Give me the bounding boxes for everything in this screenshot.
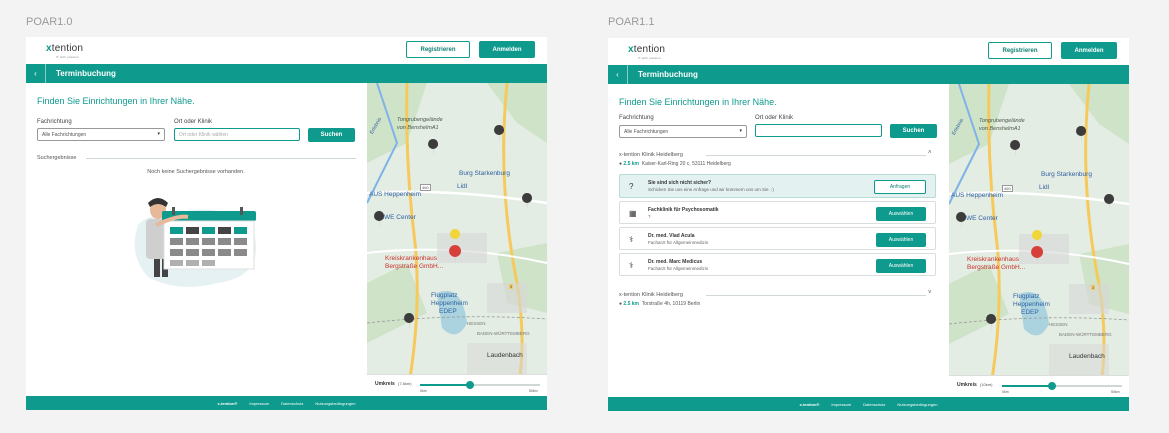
caret-down-icon: ▾ [157, 131, 160, 137]
place-input[interactable] [755, 124, 882, 137]
footer-link-datenschutz[interactable]: Datenschutz [863, 402, 885, 407]
item-title: Fachklinik für Psychosomatik [648, 207, 719, 213]
radius-slider-fill [1002, 385, 1052, 387]
specialty-select[interactable]: Alle Fachrichtungen ▾ [37, 128, 165, 141]
footer-link-impressum[interactable]: Impressum [831, 402, 851, 407]
radius-panel: Umkreis (7.6km) 0km 50km [367, 374, 547, 396]
register-button[interactable]: Registrieren [988, 42, 1052, 59]
item-subtitle: Facharzt für Allgemeinmedizin [648, 266, 709, 271]
footer: x-tention® Impressum Datenschutz Nutzung… [608, 397, 1129, 411]
stethoscope-icon: ⚕ [629, 261, 634, 270]
specialty-label: Fachrichtung [619, 115, 654, 121]
search-button[interactable]: Suchen [308, 128, 355, 142]
building-icon: ▦ [629, 209, 637, 218]
divider [706, 295, 926, 296]
select-button[interactable]: Auswählen [876, 259, 926, 273]
register-button[interactable]: Registrieren [406, 41, 470, 58]
title-bar: ‹ Terminbuchung [608, 65, 1129, 84]
back-icon[interactable]: ‹ [608, 65, 628, 84]
radius-slider[interactable] [420, 381, 540, 389]
place-label: Ort oder Klinik [755, 115, 794, 121]
map[interactable]: Tongrubengelände von BenshelmA1 Burg Sta… [949, 84, 1129, 397]
place-label: Ort oder Klinik [174, 119, 213, 125]
request-button[interactable]: Anfragen [874, 180, 926, 194]
radius-value: (7.6km) [398, 381, 412, 386]
clinic-address: ● 2.5 km Kaiser-Karl-Ring 20 c, 53111 He… [619, 161, 731, 167]
search-heading: Finden Sie Einrichtungen in Ihrer Nähe. [619, 97, 777, 107]
search-button[interactable]: Suchen [890, 124, 937, 138]
item-subtitle: ? [648, 214, 651, 219]
back-icon[interactable]: ‹ [26, 64, 46, 83]
results-label: Suchergebnisse [37, 155, 77, 161]
frame-poar11: xtention IT with passion Registrieren Anm… [608, 38, 1129, 411]
radius-max: 50km [529, 389, 538, 393]
item-title: Sie sind sich nicht sicher? [648, 180, 712, 186]
radius-slider[interactable] [1002, 382, 1122, 390]
radius-slider-fill [420, 384, 470, 386]
title-bar: ‹ Terminbuchung [26, 64, 547, 83]
list-item: ⚕ Dr. med. Marc Medicus Facharzt für All… [619, 253, 936, 276]
map[interactable]: Tongrubengelände von BenshelmA1 Burg Sta… [367, 83, 547, 396]
frame-label: POAR1.1 [608, 16, 655, 28]
place-input[interactable]: Ort oder Klinik wählen [174, 128, 300, 141]
item-subtitle: Facharzt für Allgemeinmedizin [648, 240, 709, 245]
location-pin-icon: ● [619, 301, 623, 307]
radius-min: 0km [1002, 390, 1009, 394]
question-icon: ? [629, 182, 634, 191]
logo[interactable]: xtention IT with passion [628, 44, 665, 60]
item-title: Dr. med. Marc Medicus [648, 259, 703, 265]
footer-link-impressum[interactable]: Impressum [249, 401, 269, 406]
radius-min: 0km [420, 389, 427, 393]
frame-poar10: xtention IT with passion Registrieren Anm… [26, 37, 547, 410]
radius-slider-handle[interactable] [466, 381, 474, 389]
select-button[interactable]: Auswählen [876, 233, 926, 247]
header: xtention IT with passion Registrieren Anm… [608, 38, 1129, 64]
calendar-illustration [134, 198, 257, 287]
footer: x-tention® Impressum Datenschutz Nutzung… [26, 396, 547, 410]
specialty-label: Fachrichtung [37, 119, 72, 125]
page-title: Terminbuchung [638, 70, 698, 79]
radius-value: (10km) [980, 382, 993, 387]
clinic-name[interactable]: x-tention Klinik Heidelberg [619, 152, 683, 158]
login-button[interactable]: Anmelden [479, 41, 535, 58]
footer-link-nutzung[interactable]: Nutzungsbedingungen [315, 401, 355, 406]
chevron-up-icon[interactable]: ˄ [928, 150, 932, 156]
stethoscope-icon: ⚕ [629, 235, 634, 244]
radius-slider-handle[interactable] [1048, 382, 1056, 390]
list-item: ⚕ Dr. med. Vlad Acula Facharzt für Allge… [619, 227, 936, 250]
location-pin-icon: ● [619, 161, 623, 167]
map-pins [374, 125, 533, 331]
clinic-address: ● 2.5 km Torstraße 4h, 10119 Berlin [619, 301, 701, 307]
clinic-name[interactable]: x-tention Klinik Heidelberg [619, 292, 683, 298]
search-heading: Finden Sie Einrichtungen in Ihrer Nähe. [37, 96, 195, 106]
login-button[interactable]: Anmelden [1061, 42, 1117, 59]
radius-panel: Umkreis (10km) 0km 50km [949, 375, 1129, 397]
footer-brand: x-tention® [799, 401, 820, 407]
header: xtention IT with passion Registrieren Anm… [26, 37, 547, 63]
chevron-down-icon[interactable]: ˅ [928, 290, 932, 296]
footer-link-datenschutz[interactable]: Datenschutz [281, 401, 303, 406]
footer-brand: x-tention® [217, 400, 238, 406]
item-subtitle: Schicken Sie uns eine Anfrage und wir kü… [648, 187, 774, 192]
item-title: Dr. med. Vlad Acula [648, 233, 695, 239]
radius-max: 50km [1111, 390, 1120, 394]
frame-label: POAR1.0 [26, 16, 73, 28]
logo[interactable]: xtention IT with passion [46, 43, 83, 59]
list-item: ? Sie sind sich nicht sicher? Schicken S… [619, 174, 936, 198]
radius-label: Umkreis [957, 382, 977, 388]
specialty-select[interactable]: Alle Fachrichtungen ▾ [619, 125, 747, 138]
select-button[interactable]: Auswählen [876, 207, 926, 221]
divider [86, 158, 356, 159]
footer-link-nutzung[interactable]: Nutzungsbedingungen [897, 402, 937, 407]
divider [706, 155, 926, 156]
page-title: Terminbuchung [56, 69, 116, 78]
empty-results-text: Noch keine Suchergebnisse vorhanden. [147, 169, 245, 175]
map-pins [956, 126, 1115, 332]
list-item: ▦ Fachklinik für Psychosomatik ? Auswähl… [619, 201, 936, 224]
radius-label: Umkreis [375, 381, 395, 387]
caret-down-icon: ▾ [739, 128, 742, 134]
